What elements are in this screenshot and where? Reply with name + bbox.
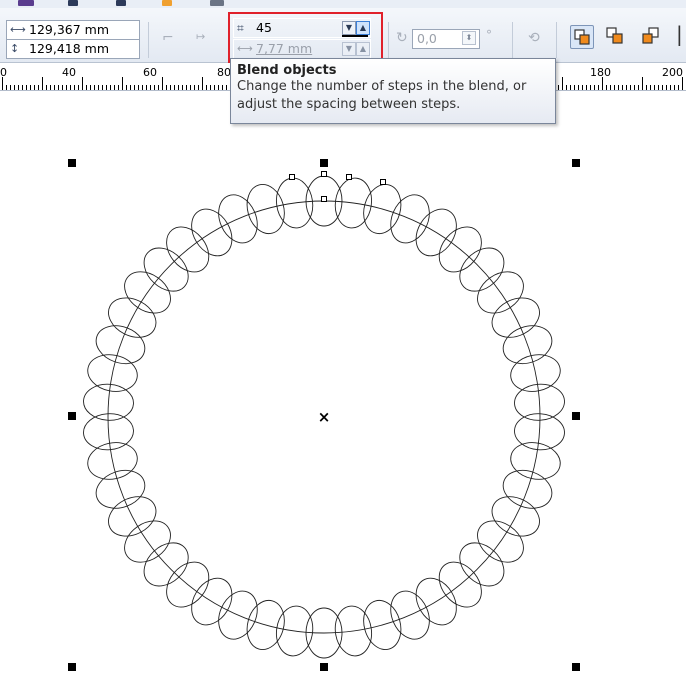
- selection-handle[interactable]: [68, 412, 76, 420]
- selection-handle[interactable]: [572, 159, 580, 167]
- separator: [148, 22, 149, 58]
- blend-node-handle[interactable]: [380, 179, 386, 185]
- counterclockwise-blend-icon: [642, 27, 659, 44]
- clockwise-blend-icon: [606, 27, 623, 44]
- blend-node-handle[interactable]: [321, 196, 327, 202]
- color-icon[interactable]: [18, 0, 34, 6]
- highlight-box: [228, 12, 383, 63]
- object-height-value: 129,418 mm: [29, 41, 110, 56]
- toolbar-icon[interactable]: [116, 0, 126, 6]
- object-width-field[interactable]: ⟷ 129,367 mm: [6, 20, 140, 40]
- direction-spin-button[interactable]: ⬍: [462, 31, 476, 45]
- property-bar: ⟷ 129,367 mm ↕ 129,418 mm ⌐ ↦ ⌗ 45 ▼ ▲ ⟷…: [0, 8, 686, 63]
- object-height-field[interactable]: ↕ 129,418 mm: [6, 39, 140, 59]
- separator: [388, 22, 389, 58]
- selection-handle[interactable]: [320, 159, 328, 167]
- clockwise-blend-button[interactable]: [604, 25, 628, 49]
- tooltip-title: Blend objects: [237, 63, 337, 78]
- selection-handle[interactable]: [68, 159, 76, 167]
- ruler-label: 180: [590, 66, 611, 79]
- counterclockwise-blend-button[interactable]: [640, 25, 664, 49]
- selection-handle[interactable]: [572, 663, 580, 671]
- separator: [556, 22, 557, 58]
- blend-direction-icon: ↻: [396, 30, 408, 46]
- drawing-canvas[interactable]: ×: [0, 91, 686, 688]
- blend-node-handle[interactable]: [321, 171, 327, 177]
- ruler-label: 80: [217, 66, 231, 79]
- object-width-value: 129,367 mm: [29, 22, 110, 37]
- toolbar-icon[interactable]: [162, 0, 172, 6]
- degree-symbol: °: [486, 28, 492, 42]
- ruler-label: 60: [143, 66, 157, 79]
- ruler-label: 40: [62, 66, 76, 79]
- toolbar-icon[interactable]: [68, 0, 78, 6]
- width-arrows-icon: ⟷: [10, 23, 26, 36]
- selection-handle[interactable]: [320, 663, 328, 671]
- blend-artwork[interactable]: ×: [0, 91, 686, 688]
- blend-node-handle[interactable]: [346, 174, 352, 180]
- center-marker-icon[interactable]: ×: [318, 408, 331, 426]
- height-arrows-icon: ↕: [10, 42, 20, 55]
- blend-node-handle[interactable]: [289, 174, 295, 180]
- blend-preset-icon[interactable]: ⌐: [162, 30, 174, 46]
- direct-blend-icon: [574, 29, 590, 45]
- direct-blend-button[interactable]: [570, 25, 594, 49]
- ruler-label: 200: [662, 66, 683, 79]
- separator: [512, 22, 513, 58]
- overflow-icon[interactable]: |: [676, 22, 683, 46]
- loop-blend-icon[interactable]: ⟲: [528, 30, 540, 46]
- toolbar-icon[interactable]: [210, 0, 224, 6]
- ruler-label: 0: [0, 66, 7, 79]
- selection-handle[interactable]: [572, 412, 580, 420]
- selection-handle[interactable]: [68, 663, 76, 671]
- offset-icon[interactable]: ↦: [196, 30, 205, 43]
- blend-direction-value: 0,0: [417, 31, 437, 46]
